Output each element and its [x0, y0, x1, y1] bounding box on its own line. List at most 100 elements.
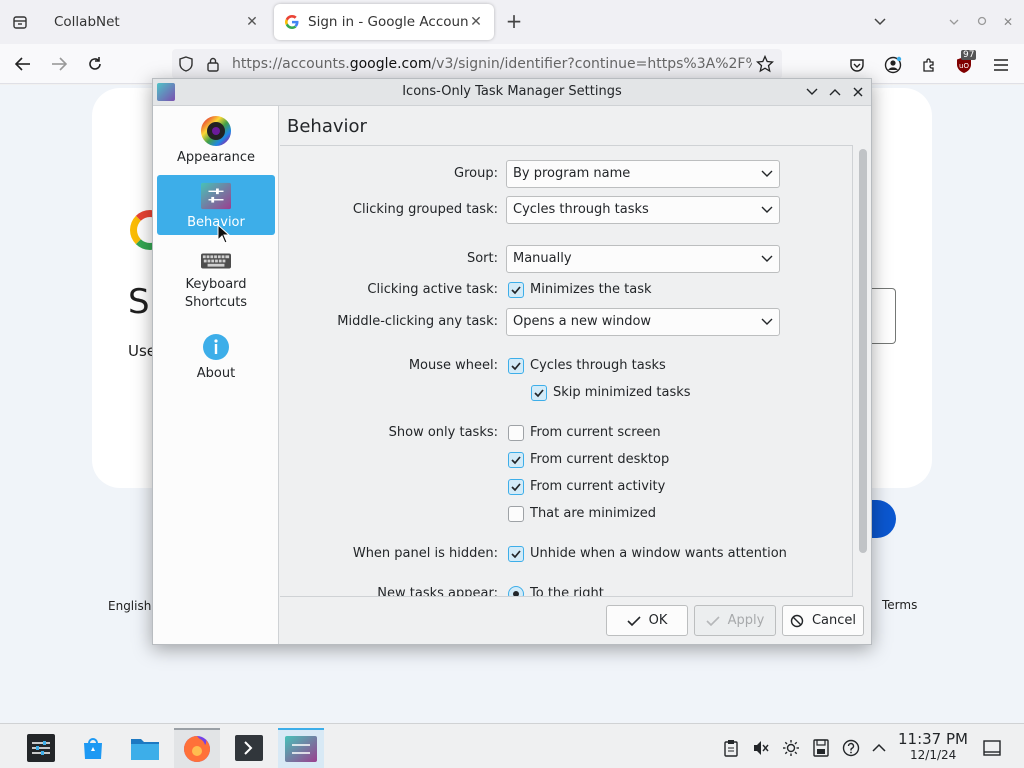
apply-button[interactable]: Apply: [694, 605, 776, 636]
account-icon[interactable]: [882, 54, 904, 76]
mouse-wheel-row: Mouse wheel: Cycles through tasks: [280, 352, 852, 380]
ublock-origin-icon[interactable]: uO 97: [953, 50, 977, 76]
current-activity-checkbox[interactable]: [508, 479, 524, 495]
current-desktop-row: From current desktop: [280, 446, 852, 474]
forward-icon[interactable]: [46, 52, 72, 76]
tab-title: Sign in - Google Accounts: [308, 14, 468, 30]
ok-button[interactable]: OK: [606, 605, 688, 636]
skip-minimized-text[interactable]: Skip minimized tasks: [553, 379, 691, 407]
url-text[interactable]: https://accounts.google.com/v3/signin/id…: [232, 56, 752, 72]
apply-label: Apply: [727, 613, 765, 628]
file-manager-icon[interactable]: [122, 728, 168, 768]
color-wheel-icon: [201, 116, 231, 146]
cycles-tasks-checkbox[interactable]: [508, 358, 524, 374]
unhide-attention-text[interactable]: Unhide when a window wants attention: [530, 540, 787, 568]
settings-scrollbar[interactable]: [855, 145, 871, 597]
sidebar-item-appearance[interactable]: Appearance: [157, 110, 275, 168]
application-launcher-icon[interactable]: [18, 728, 64, 768]
skip-minimized-checkbox[interactable]: [531, 385, 547, 401]
scrollbar-thumb[interactable]: [859, 149, 867, 553]
maximize-dialog-icon[interactable]: [826, 83, 844, 101]
current-desktop-checkbox[interactable]: [508, 452, 524, 468]
close-tab-icon[interactable]: ✕: [468, 14, 484, 30]
konsole-terminal-icon[interactable]: [226, 728, 272, 768]
show-only-label: Show only tasks:: [388, 425, 498, 440]
clock-time[interactable]: 11:37 PM: [898, 730, 968, 748]
current-screen-checkbox[interactable]: [508, 425, 524, 441]
close-window-icon[interactable]: ✕: [998, 12, 1018, 32]
tracking-protection-icon[interactable]: [178, 56, 194, 76]
hamburger-menu-icon[interactable]: [990, 54, 1012, 76]
chevron-down-icon: [761, 255, 773, 262]
reload-icon[interactable]: [82, 52, 108, 76]
task-manager-settings-task-icon[interactable]: [278, 728, 324, 768]
tab-collabnet[interactable]: CollabNet ✕: [44, 4, 270, 40]
to-the-right-text[interactable]: To the right: [530, 580, 604, 596]
middle-click-dropdown[interactable]: Opens a new window: [506, 308, 780, 336]
close-dialog-icon[interactable]: [849, 83, 867, 101]
minimized-only-checkbox[interactable]: [508, 506, 524, 522]
dialog-title: Icons-Only Task Manager Settings: [402, 84, 622, 99]
lock-icon[interactable]: [206, 56, 220, 76]
show-desktop-icon[interactable]: [982, 738, 1002, 758]
sidebar-item-about[interactable]: About: [157, 326, 275, 384]
language-selector[interactable]: English: [108, 599, 151, 613]
minimize-window-icon[interactable]: [944, 12, 964, 32]
tab-google-signin[interactable]: Sign in - Google Accounts ✕: [274, 4, 494, 40]
tab-list-icon[interactable]: [6, 10, 34, 34]
minimizes-task-checkbox[interactable]: [508, 282, 524, 298]
cycles-tasks-text[interactable]: Cycles through tasks: [530, 352, 666, 380]
chevron-down-icon: [761, 206, 773, 213]
brightness-icon[interactable]: [781, 738, 801, 758]
dialog-titlebar[interactable]: Icons-Only Task Manager Settings: [153, 79, 871, 106]
url-domain: google.com: [349, 56, 432, 72]
current-screen-text[interactable]: From current screen: [530, 419, 661, 447]
back-icon[interactable]: [10, 52, 36, 76]
clock-date[interactable]: 12/1/24: [910, 748, 956, 762]
sidebar-item-behavior[interactable]: Behavior: [157, 175, 275, 235]
clicking-grouped-label: Clicking grouped task:: [352, 202, 498, 217]
unhide-attention-checkbox[interactable]: [508, 546, 524, 562]
sort-dropdown[interactable]: Manually: [506, 245, 780, 273]
pocket-icon[interactable]: [846, 54, 868, 76]
removable-device-icon[interactable]: [811, 738, 831, 758]
audio-muted-icon[interactable]: [751, 738, 771, 758]
show-hidden-tray-icon[interactable]: [869, 738, 889, 758]
current-activity-text[interactable]: From current activity: [530, 473, 665, 501]
sidebar-item-label: Keyboard Shortcuts: [184, 277, 248, 310]
terms-link[interactable]: Terms: [882, 598, 917, 612]
new-tasks-row: New tasks appear: To the right: [280, 580, 852, 596]
clicking-grouped-value: Cycles through tasks: [513, 202, 649, 217]
sort-row: Sort: Manually: [280, 245, 852, 273]
current-desktop-text[interactable]: From current desktop: [530, 446, 669, 474]
clipboard-icon[interactable]: [721, 738, 741, 758]
minimized-only-text[interactable]: That are minimized: [530, 500, 656, 528]
minimize-dialog-icon[interactable]: [803, 83, 821, 101]
settings-form: Group: By program name Clicking grouped …: [280, 145, 853, 597]
cancel-label: Cancel: [811, 613, 857, 628]
minimizes-task-text[interactable]: Minimizes the task: [530, 276, 652, 304]
help-icon[interactable]: [841, 738, 861, 758]
cancel-button[interactable]: Cancel: [782, 605, 864, 636]
behavior-settings-icon: [201, 181, 231, 211]
maximize-window-icon[interactable]: [972, 12, 992, 32]
bookmark-star-icon[interactable]: [755, 54, 775, 77]
group-dropdown[interactable]: By program name: [506, 160, 780, 188]
address-bar[interactable]: https://accounts.google.com/v3/signin/id…: [172, 49, 782, 79]
signin-heading: S: [128, 282, 150, 322]
list-all-tabs-icon[interactable]: [870, 12, 890, 32]
clicking-grouped-dropdown[interactable]: Cycles through tasks: [506, 196, 780, 224]
sidebar-item-label: Behavior: [187, 215, 245, 230]
firefox-icon[interactable]: [174, 728, 220, 768]
new-tab-icon[interactable]: +: [502, 10, 526, 34]
close-tab-icon[interactable]: ✕: [244, 14, 260, 30]
mouse-cursor-icon: [217, 223, 231, 248]
discover-store-icon[interactable]: [70, 728, 116, 768]
keyboard-icon: [201, 250, 231, 272]
extensions-icon[interactable]: [918, 54, 940, 76]
sidebar-item-keyboard-shortcuts[interactable]: Keyboard Shortcuts: [157, 244, 275, 316]
panel-hidden-row: When panel is hidden: Unhide when a wind…: [280, 540, 852, 568]
chevron-down-icon: [761, 170, 773, 177]
to-the-right-radio[interactable]: [508, 586, 524, 596]
middle-click-value: Opens a new window: [513, 314, 652, 329]
